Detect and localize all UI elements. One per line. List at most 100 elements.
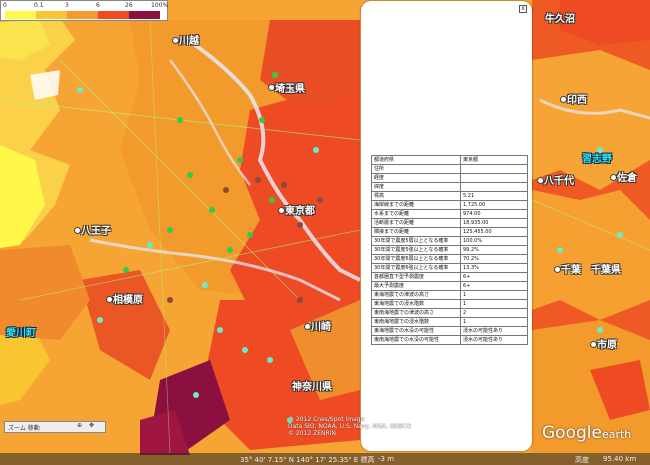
legend-swatch (5, 11, 36, 19)
place-label: 愛川町 (6, 328, 36, 339)
table-row: 東南海地震での浸水階数 1 (371, 317, 528, 327)
table-row: 東南海地震での津波の高さ 2 (371, 308, 528, 318)
table-row: 隣接までの距離 125,455.00 (371, 227, 528, 237)
table-row: 30年間で震度5強以上となる確率 99.2% (371, 245, 528, 255)
row-value: 1,725.00 (460, 200, 528, 210)
row-value: 13.3% (460, 263, 528, 273)
row-value: 6+ (460, 281, 528, 291)
copyright-line: © 2012 Cnes/Spot Image (288, 416, 365, 423)
table-row: 都道府県 東京都 (371, 155, 528, 165)
table-row: 東海地震での水没の可能性 浸水の可能性あり (371, 326, 528, 336)
table-row: 30年間で震度5弱以上となる確率 100.0% (371, 236, 528, 246)
city-dot (278, 207, 285, 214)
tools-label: ズーム 移動 (8, 425, 40, 432)
row-value: 125,455.00 (460, 227, 528, 237)
table-row: 緯度 (371, 182, 528, 192)
table-row: 標高 5.21 (371, 191, 528, 201)
legend-tick: 0.1 (34, 2, 44, 9)
row-key: 30年間で震度5強以上となる確率 (371, 245, 461, 255)
table-row: 東海地震での津波の高さ 1 (371, 290, 528, 300)
row-value: 5.21 (460, 191, 528, 201)
row-value: 2 (460, 308, 528, 318)
row-key: 標高 (371, 191, 461, 201)
row-value: 1 (460, 290, 528, 300)
city-dot (610, 174, 617, 181)
table-row: 30年間で震度6強以上となる確率 13.3% (371, 263, 528, 273)
row-key: 東海地震での津波の高さ (371, 290, 461, 300)
eye-alt-label: 高度 (575, 456, 589, 464)
table-row: 首都圏直下型予測震度 6+ (371, 272, 528, 282)
place-label: 相模原 (113, 295, 143, 306)
legend-swatch (129, 11, 160, 19)
info-balloon: x 都道府県 東京都 住所 経度 緯度 標高 5.21 海岸線までの距離 1,725.00 水系ま… (361, 1, 532, 451)
row-key: 東南海地震での浸水階数 (371, 317, 461, 327)
legend-tick: 100% (151, 2, 169, 9)
row-value (460, 182, 528, 192)
row-key: 隣接までの距離 (371, 227, 461, 237)
copyright-line: © 2012 ZENRIN (288, 430, 336, 437)
place-label: 千葉 (561, 265, 581, 276)
city-dot (560, 96, 567, 103)
city-dot (304, 323, 311, 330)
legend-swatch (98, 11, 129, 19)
place-label: 川崎 (311, 322, 331, 333)
place-label: 埼玉県 (275, 84, 305, 95)
place-label: 八王子 (81, 226, 111, 237)
place-label: 川越 (179, 36, 199, 47)
row-key: 緯度 (371, 182, 461, 192)
table-row: 東南海地震での水没の可能性 浸水の可能性あり (371, 335, 528, 345)
table-row: 住所 (371, 164, 528, 174)
legend-color-bar (5, 11, 160, 19)
pan-icon[interactable]: ✥ (89, 422, 94, 429)
copyright-line: Data SIO, NOAA, U.S. Navy, NGA, GEBCO (288, 423, 412, 430)
row-key: 首都圏直下型予測震度 (371, 272, 461, 282)
place-label: 習志野 (582, 154, 612, 165)
row-key: 30年間で震度6弱以上となる確率 (371, 254, 461, 264)
table-row: 海岸線までの距離 1,725.00 (371, 200, 528, 210)
row-key: 水系までの距離 (371, 209, 461, 219)
row-key: 活断層までの距離 (371, 218, 461, 228)
place-label: 東京都 (285, 206, 315, 217)
place-label: 牛久沼 (545, 14, 575, 25)
city-dot (106, 296, 113, 303)
city-dot (590, 341, 597, 348)
row-key: 東南海地震での水没の可能性 (371, 335, 461, 345)
legend-swatch (36, 11, 67, 19)
zoom-icon[interactable]: ⊕ (77, 422, 82, 429)
row-value: 1 (460, 317, 528, 327)
legend-ticks: 0 0.1 3 6 26 100% (1, 1, 169, 11)
copyright-notice: © 2012 Cnes/Spot Image Data SIO, NOAA, U… (288, 416, 411, 437)
row-key: 東南海地震での津波の高さ (371, 308, 461, 318)
row-value: 6+ (460, 272, 528, 282)
row-value: 1 (460, 299, 528, 309)
row-key: 東海地震での浸水階数 (371, 299, 461, 309)
logo-sub: earth (601, 428, 632, 441)
row-value: 浸水の可能性あり (460, 335, 528, 345)
close-icon[interactable]: x (519, 5, 527, 13)
legend-tick: 26 (125, 2, 133, 9)
logo-main: Google (542, 423, 602, 443)
city-dot (268, 84, 275, 91)
table-row: 経度 (371, 173, 528, 183)
eye-alt-readout: 95.40 km (603, 455, 637, 463)
toolbar[interactable]: ズーム 移動 ⊕ ✥ (4, 421, 106, 433)
city-dot (74, 227, 81, 234)
table-row: 30年間で震度6弱以上となる確率 70.2% (371, 254, 528, 264)
row-value: 100.0% (460, 236, 528, 246)
city-dot (537, 177, 544, 184)
table-row: 水系までの距離 974.00 (371, 209, 528, 219)
row-key: 30年間で震度5弱以上となる確率 (371, 236, 461, 246)
table-row: 活断層までの距離 18,935.00 (371, 218, 528, 228)
row-value: 東京都 (460, 155, 528, 165)
row-key: 都道府県 (371, 155, 461, 165)
row-value: 70.2% (460, 254, 528, 264)
row-key: 東海地震での水没の可能性 (371, 326, 461, 336)
probability-legend: 0 0.1 3 6 26 100% (0, 0, 168, 21)
row-key: 最大予測震度 (371, 281, 461, 291)
row-value (460, 173, 528, 183)
row-key: 海岸線までの距離 (371, 200, 461, 210)
table-row: 東海地震での浸水階数 1 (371, 299, 528, 309)
legend-tick: 0 (3, 2, 7, 9)
city-dot (554, 266, 561, 273)
place-label: 印西 (567, 95, 587, 106)
